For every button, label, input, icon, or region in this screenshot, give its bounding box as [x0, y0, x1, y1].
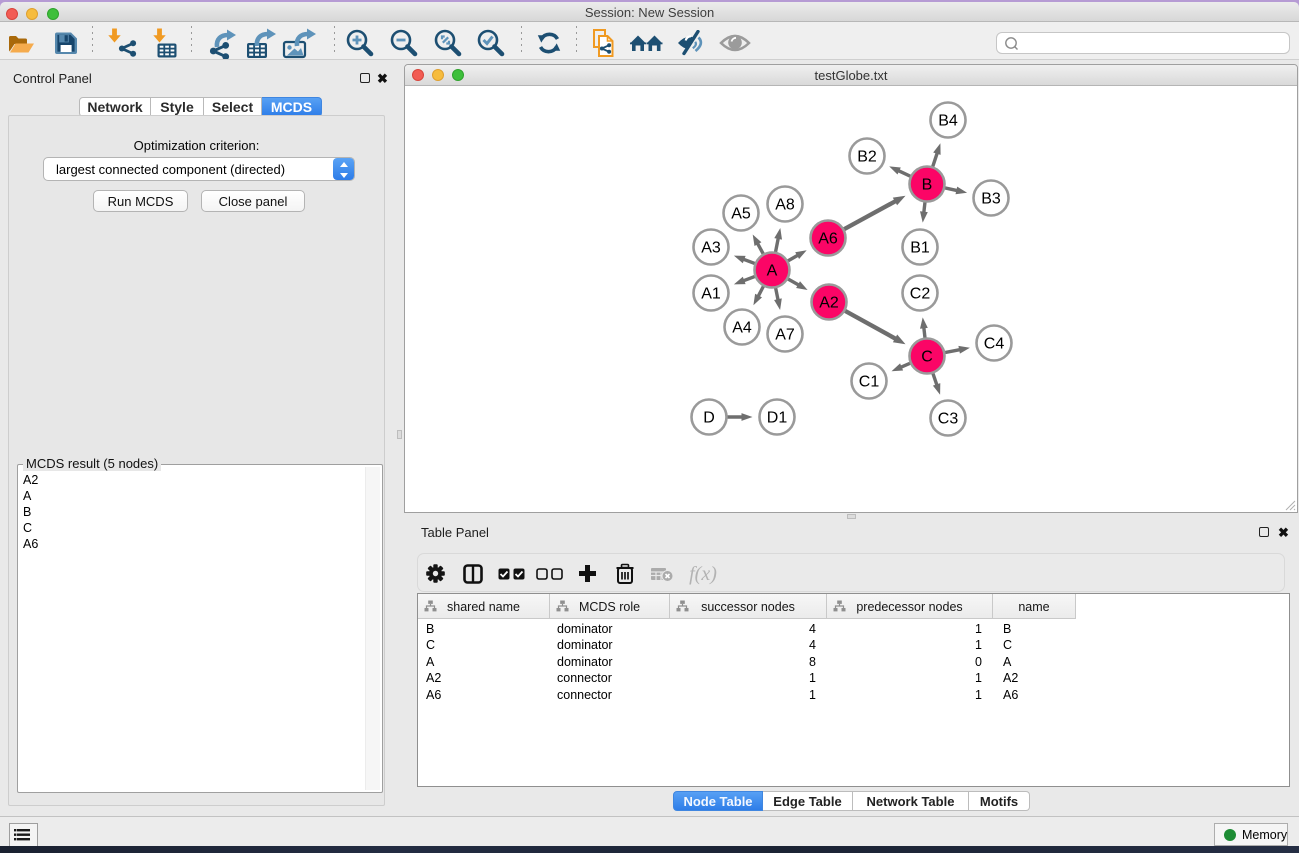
- svg-text:f(x): f(x): [689, 563, 717, 585]
- svg-text:C: C: [921, 349, 933, 366]
- svg-text:C4: C4: [984, 336, 1005, 353]
- svg-text:A5: A5: [731, 206, 751, 223]
- svg-text:D1: D1: [767, 410, 788, 427]
- svg-text:C1: C1: [859, 374, 880, 391]
- svg-text:D: D: [703, 410, 715, 427]
- svg-text:B4: B4: [938, 113, 958, 130]
- svg-text:A1: A1: [701, 286, 721, 303]
- svg-text:C3: C3: [938, 411, 959, 428]
- svg-text:A3: A3: [701, 240, 721, 257]
- svg-text:B3: B3: [981, 191, 1001, 208]
- svg-text:A7: A7: [775, 327, 795, 344]
- svg-text:B1: B1: [910, 240, 930, 257]
- svg-text:B2: B2: [857, 149, 877, 166]
- svg-text:C2: C2: [910, 286, 931, 303]
- svg-text:A8: A8: [775, 197, 795, 214]
- svg-text:A6: A6: [818, 231, 838, 248]
- svg-text:A2: A2: [819, 295, 839, 312]
- svg-text:A: A: [767, 263, 778, 280]
- svg-text:A4: A4: [732, 320, 752, 337]
- svg-text:B: B: [922, 177, 933, 194]
